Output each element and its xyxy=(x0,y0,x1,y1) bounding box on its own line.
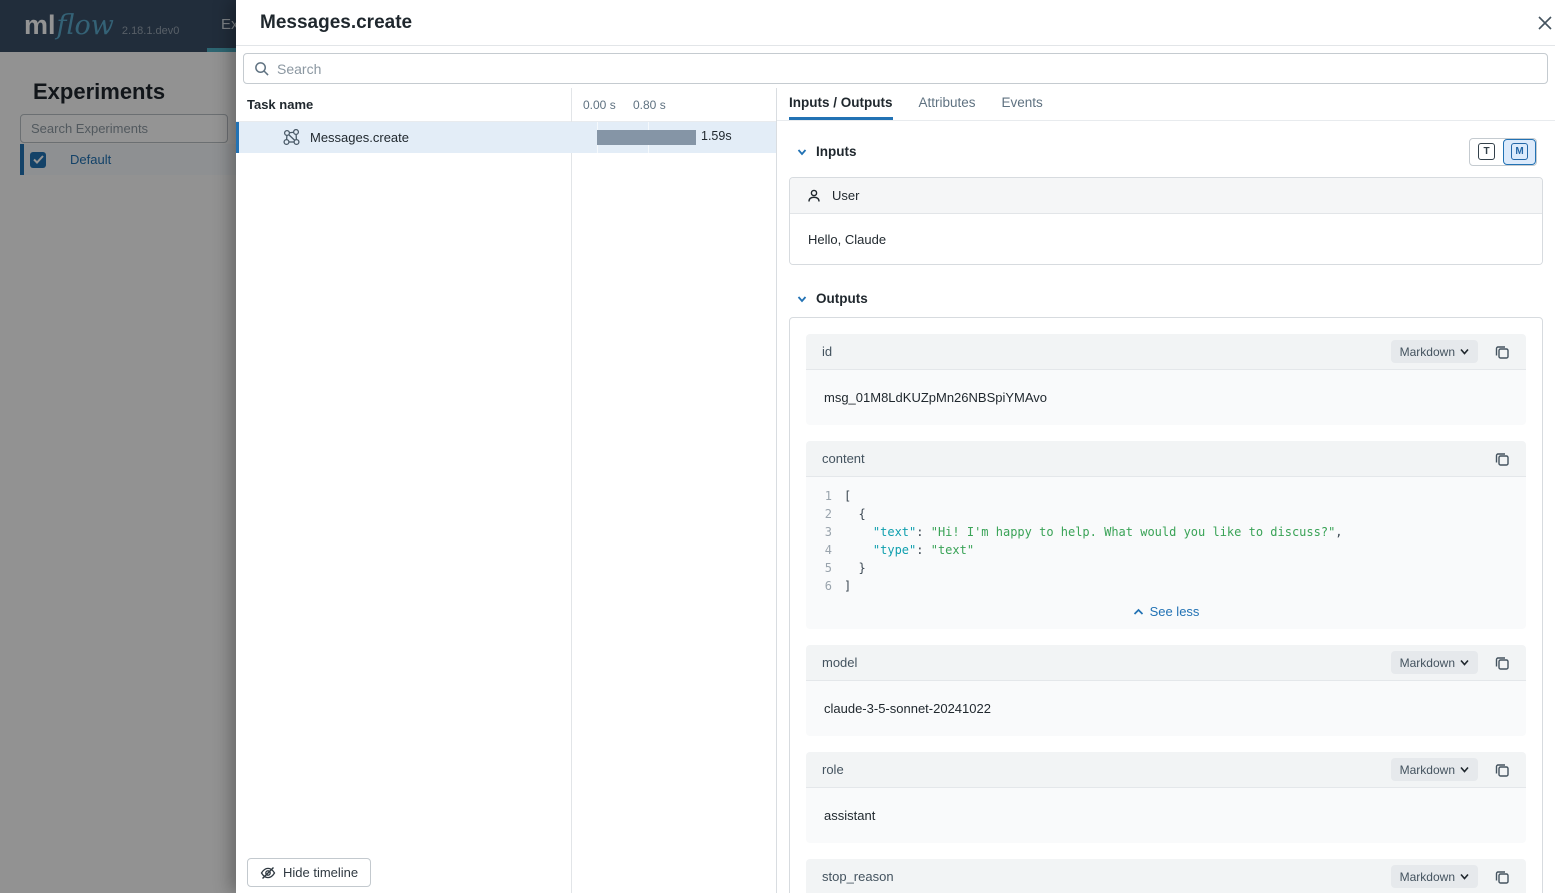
outputs-section-header[interactable]: Outputs xyxy=(789,286,1543,311)
hide-timeline-label: Hide timeline xyxy=(283,865,358,880)
tree-header: Task name 0.00 s 0.80 s xyxy=(236,88,776,122)
chevron-down-icon xyxy=(1460,766,1469,773)
timeline-bar xyxy=(597,130,696,145)
field-key: stop_reason xyxy=(822,869,894,884)
copy-icon[interactable] xyxy=(1494,344,1510,360)
copy-icon[interactable] xyxy=(1494,655,1510,671)
task-name-column-header: Task name xyxy=(247,97,313,112)
see-less-link[interactable]: See less xyxy=(806,604,1526,619)
tab-events[interactable]: Events xyxy=(1002,88,1043,120)
inputs-section-label: Inputs xyxy=(816,144,857,159)
hide-timeline-button[interactable]: Hide timeline xyxy=(247,858,371,887)
details-scroll-area: Inputs T M User Hello, Claude xyxy=(777,121,1555,893)
field-value-id: msg_01M8LdKUZpMn26NBSpiYMAvo xyxy=(806,370,1526,425)
field-value-role: assistant xyxy=(806,788,1526,843)
code-line: 3 "text": "Hi! I'm happy to help. What w… xyxy=(806,523,1526,541)
span-row-messages-create[interactable]: Messages.create 1.59s xyxy=(236,122,776,153)
renderer-dropdown[interactable]: Markdown xyxy=(1391,758,1478,781)
eye-off-icon xyxy=(260,865,276,881)
copy-icon[interactable] xyxy=(1494,869,1510,885)
trace-search-box[interactable] xyxy=(243,53,1548,84)
chevron-up-icon xyxy=(1133,608,1144,616)
code-line: 1[ xyxy=(806,487,1526,505)
field-key: model xyxy=(822,655,857,670)
outputs-container: id Markdown msg_01M8LdKUZpMn26NBSpiYMAvo xyxy=(789,317,1543,893)
field-header-content: content xyxy=(806,441,1526,477)
timeline-tick-1: 0.80 s xyxy=(633,98,666,112)
text-view-icon: T xyxy=(1478,143,1495,160)
json-code-block: 1[2 {3 "text": "Hi! I'm happy to help. W… xyxy=(806,477,1526,629)
trace-span-icon xyxy=(283,129,300,146)
field-key: id xyxy=(822,344,832,359)
field-header-model: model Markdown xyxy=(806,645,1526,681)
field-header-id: id Markdown xyxy=(806,334,1526,370)
inputs-section-header[interactable]: Inputs T M xyxy=(789,139,1543,164)
text-view-button[interactable]: T xyxy=(1470,139,1503,165)
modal-body: Task name 0.00 s 0.80 s xyxy=(236,88,1555,893)
chevron-down-icon xyxy=(1460,659,1469,666)
renderer-dropdown[interactable]: Markdown xyxy=(1391,340,1478,363)
output-field-id: id Markdown msg_01M8LdKUZpMn26NBSpiYMAvo xyxy=(806,334,1526,425)
modal-backdrop[interactable] xyxy=(0,0,236,893)
code-lines: 1[2 {3 "text": "Hi! I'm happy to help. W… xyxy=(806,487,1526,595)
renderer-dropdown[interactable]: Markdown xyxy=(1391,651,1478,674)
input-message-text: Hello, Claude xyxy=(790,214,1542,264)
tab-attributes[interactable]: Attributes xyxy=(919,88,976,120)
search-icon xyxy=(254,61,269,76)
details-tabs: Inputs / Outputs Attributes Events xyxy=(777,88,1555,121)
field-value-model: claude-3-5-sonnet-20241022 xyxy=(806,681,1526,736)
chevron-down-icon xyxy=(1460,873,1469,880)
timeline-divider xyxy=(571,88,572,893)
markdown-view-button[interactable]: M xyxy=(1503,139,1536,165)
output-field-stop-reason: stop_reason Markdown xyxy=(806,859,1526,893)
output-field-role: role Markdown assistant xyxy=(806,752,1526,843)
span-duration: 1.59s xyxy=(701,129,732,143)
span-details-pane: Inputs / Outputs Attributes Events Input… xyxy=(777,88,1555,893)
code-line: 2 { xyxy=(806,505,1526,523)
field-header-role: role Markdown xyxy=(806,752,1526,788)
modal-title: Messages.create xyxy=(260,12,412,34)
chevron-down-icon xyxy=(1460,348,1469,355)
output-field-model: model Markdown claude-3-5-sonnet-2024102… xyxy=(806,645,1526,736)
code-line: 5 } xyxy=(806,559,1526,577)
tab-inputs-outputs[interactable]: Inputs / Outputs xyxy=(789,88,893,120)
field-key: content xyxy=(822,451,865,466)
renderer-dropdown[interactable]: Markdown xyxy=(1391,865,1478,888)
input-role-label: User xyxy=(832,188,859,203)
span-tree-pane: Task name 0.00 s 0.80 s xyxy=(236,88,777,893)
chevron-down-icon xyxy=(796,146,808,158)
code-line: 6] xyxy=(806,577,1526,595)
trace-detail-modal: Messages.create Task name 0.00 s 0.80 s xyxy=(236,0,1555,893)
output-field-content: content 1[2 {3 "text": "Hi! I'm happy to… xyxy=(806,441,1526,629)
field-header-stop-reason: stop_reason Markdown xyxy=(806,859,1526,893)
render-mode-toggle: T M xyxy=(1469,138,1537,166)
user-icon xyxy=(806,188,822,204)
outputs-section-label: Outputs xyxy=(816,291,868,306)
markdown-view-icon: M xyxy=(1511,143,1528,160)
modal-header: Messages.create xyxy=(236,0,1555,46)
span-name[interactable]: Messages.create xyxy=(310,130,409,145)
field-key: role xyxy=(822,762,844,777)
input-user-card: User Hello, Claude xyxy=(789,177,1543,265)
timeline-tick-0: 0.00 s xyxy=(583,98,616,112)
trace-search-input[interactable] xyxy=(277,61,1537,77)
close-icon[interactable] xyxy=(1535,14,1555,34)
input-user-card-header: User xyxy=(790,178,1542,214)
code-line: 4 "type": "text" xyxy=(806,541,1526,559)
copy-icon[interactable] xyxy=(1494,762,1510,778)
copy-icon[interactable] xyxy=(1494,451,1510,467)
chevron-down-icon xyxy=(796,293,808,305)
